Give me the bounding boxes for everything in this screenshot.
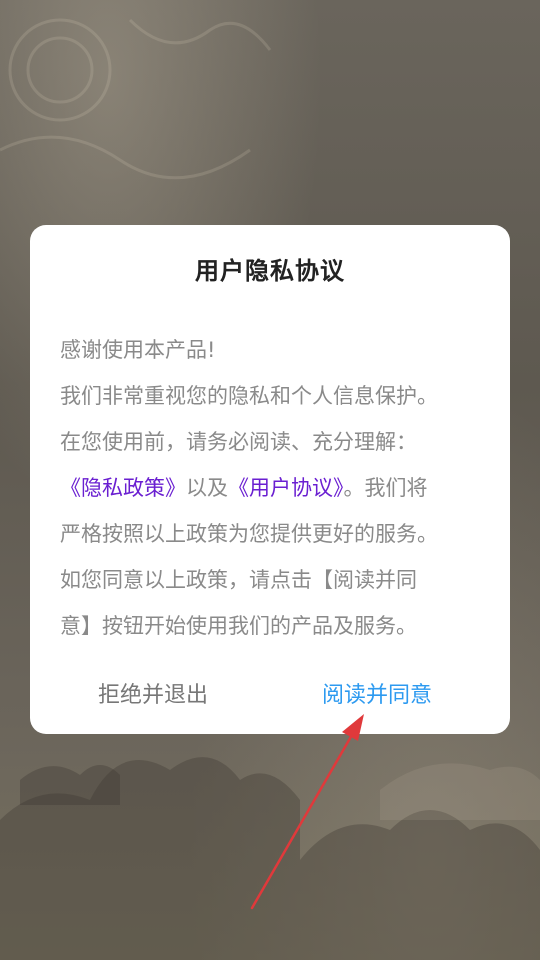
annotation-arrow-icon xyxy=(250,714,364,910)
